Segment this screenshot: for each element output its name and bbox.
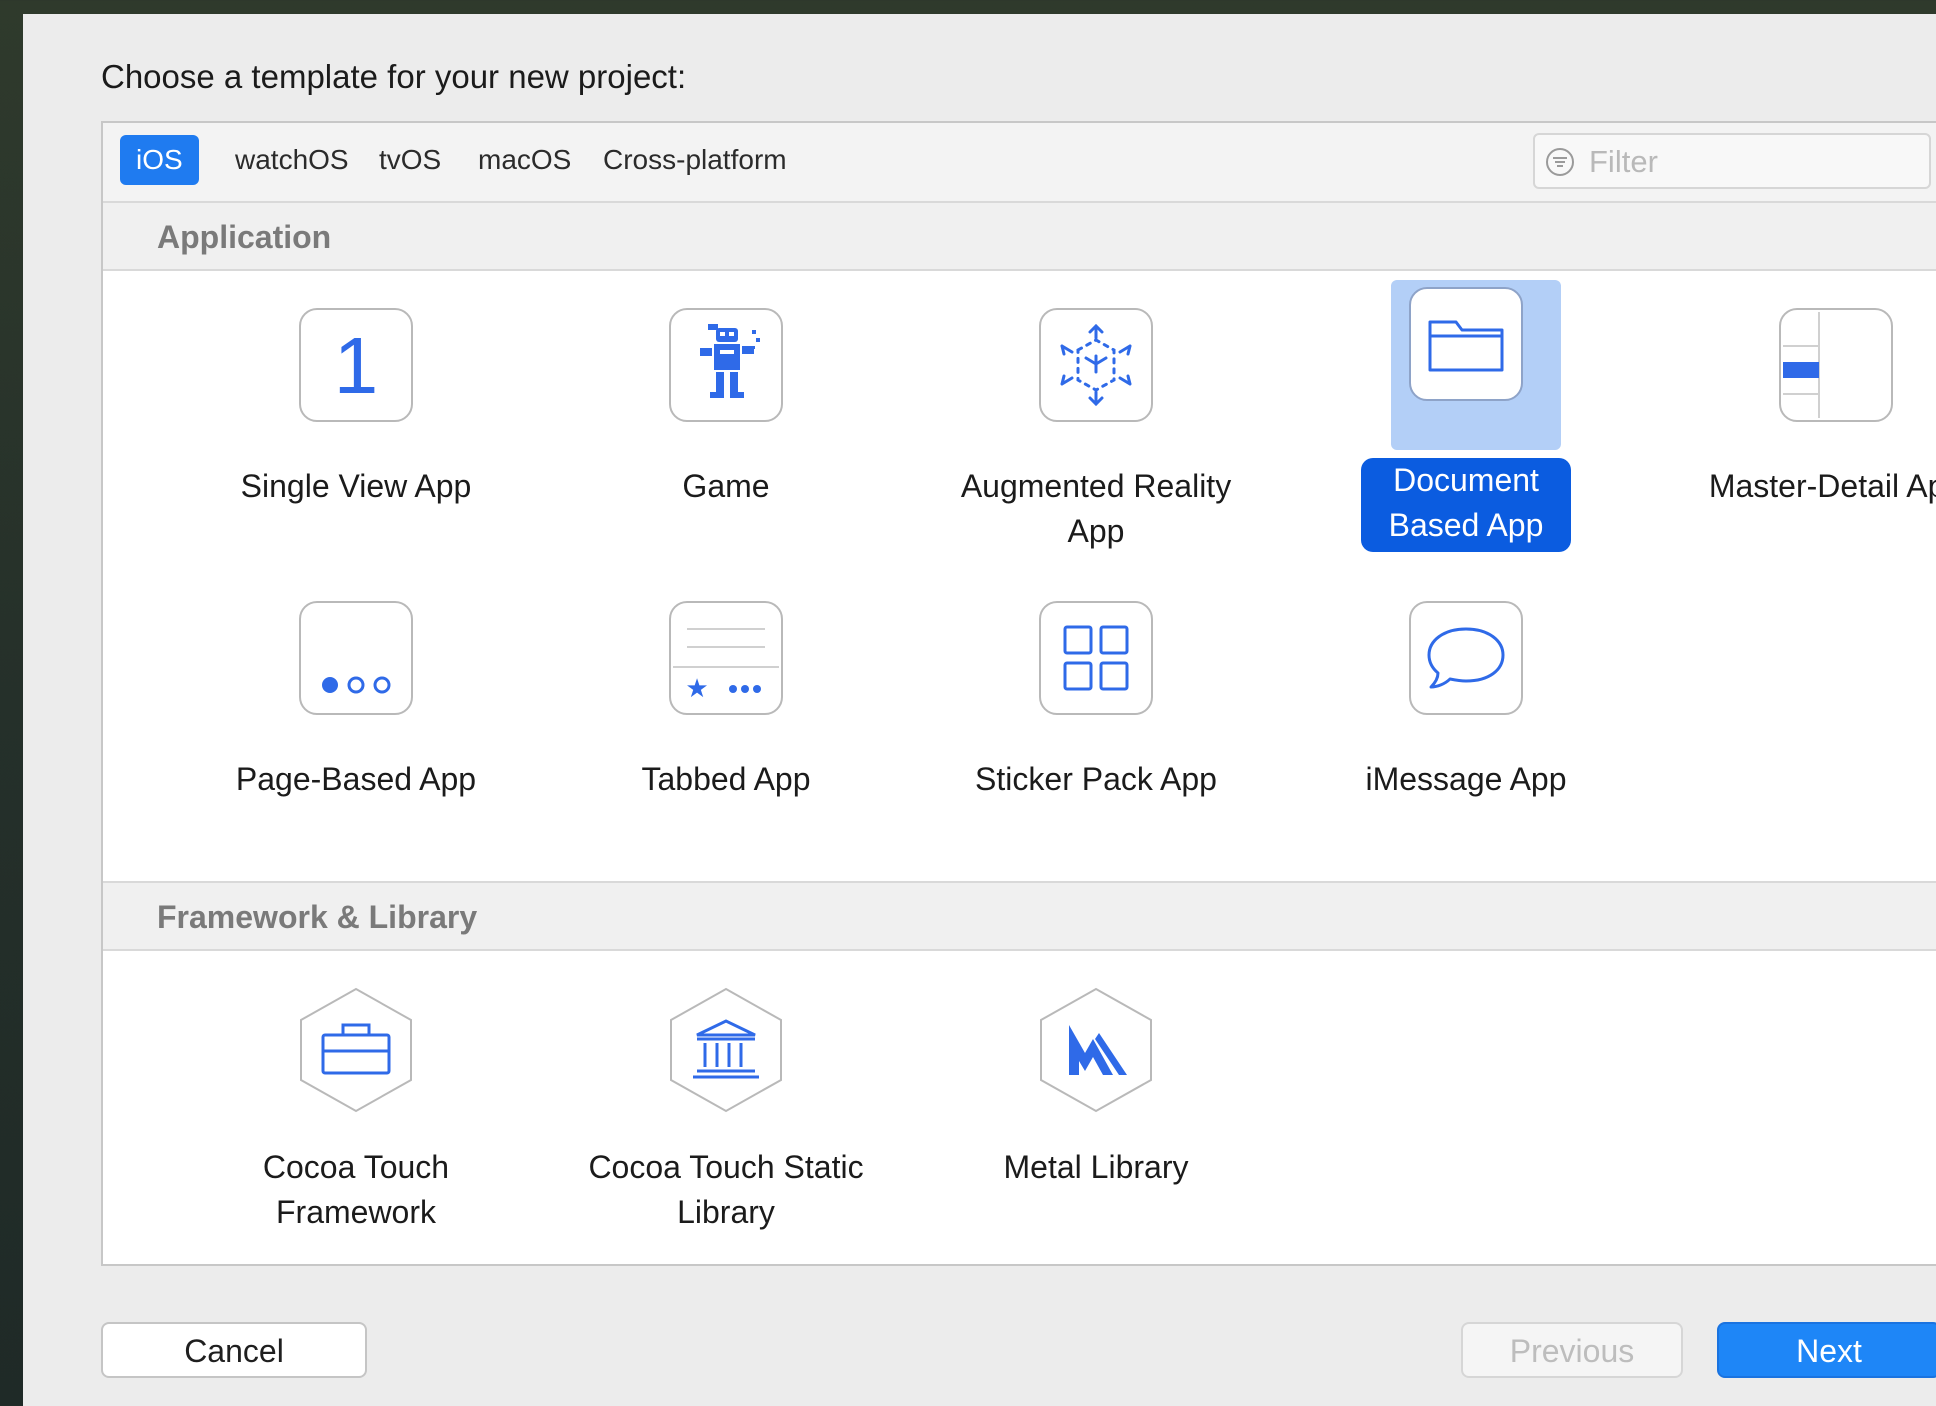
folder-icon <box>1428 320 1504 372</box>
previous-button[interactable]: Previous <box>1461 1322 1683 1378</box>
section-header-application: Application <box>103 201 1936 271</box>
section-title: Application <box>157 219 332 255</box>
icon-frame <box>669 308 783 422</box>
template-label: Single View App <box>240 468 472 504</box>
tab-watchos[interactable]: watchOS <box>219 135 365 185</box>
icon-frame: 1 <box>299 308 413 422</box>
filter-input[interactable] <box>1587 139 1921 185</box>
augmented-reality-icon <box>1060 323 1132 407</box>
template-label: Game <box>682 468 770 504</box>
template-label: Cocoa Touch Static Library <box>588 1149 864 1230</box>
icon-frame: ★ <box>669 601 783 715</box>
single-view-digit: 1 <box>334 325 379 405</box>
dialog-heading: Choose a template for your new project: <box>101 58 687 95</box>
template-label: Augmented Reality App <box>960 468 1232 549</box>
tab-macos[interactable]: macOS <box>462 135 587 185</box>
icon-frame <box>1039 601 1153 715</box>
next-button[interactable]: Next <box>1717 1322 1936 1378</box>
template-label: Document Based App <box>1361 458 1571 552</box>
template-label: Tabbed App <box>641 761 811 797</box>
cancel-button[interactable]: Cancel <box>101 1322 367 1378</box>
tab-tvos[interactable]: tvOS <box>363 135 457 185</box>
template-label: Metal Library <box>1003 1149 1189 1185</box>
sticker-grid-icon <box>1063 625 1129 691</box>
icon-frame <box>299 601 413 715</box>
page-dots-icon <box>322 676 391 694</box>
filter-icon <box>1546 148 1574 176</box>
hexagon-frame <box>300 987 412 1113</box>
hexagon-frame <box>1040 987 1152 1113</box>
icon-frame <box>1409 287 1523 401</box>
hexagon-frame <box>670 987 782 1113</box>
master-detail-icon <box>1783 312 1820 418</box>
svg-text:★: ★ <box>685 674 708 704</box>
tab-ios[interactable]: iOS <box>120 135 199 185</box>
platform-tab-bar: iOS watchOS tvOS macOS Cross-platform <box>103 123 1936 203</box>
game-icon <box>700 324 760 398</box>
new-project-dialog: Choose a template for your new project: … <box>23 14 1936 1406</box>
template-label: Master-Detail App <box>1708 468 1936 504</box>
tab-cross-platform[interactable]: Cross-platform <box>587 135 803 185</box>
template-label: Cocoa Touch Framework <box>262 1149 450 1230</box>
section-header-framework-library: Framework & Library <box>103 881 1936 951</box>
section-title: Framework & Library <box>157 899 478 935</box>
filter-field[interactable] <box>1533 133 1931 189</box>
template-panel: iOS watchOS tvOS macOS Cross-platform Ap… <box>101 121 1936 1266</box>
icon-frame <box>1409 601 1523 715</box>
template-label: iMessage App <box>1365 761 1567 797</box>
single-view-icon: 1 <box>334 325 379 405</box>
template-label: Page-Based App <box>235 761 477 797</box>
template-label: Sticker Pack App <box>975 761 1217 797</box>
icon-frame <box>1779 308 1893 422</box>
tab-bar-icon: ★ <box>673 628 779 704</box>
icon-frame <box>1039 308 1153 422</box>
speech-bubble-icon <box>1427 627 1505 689</box>
